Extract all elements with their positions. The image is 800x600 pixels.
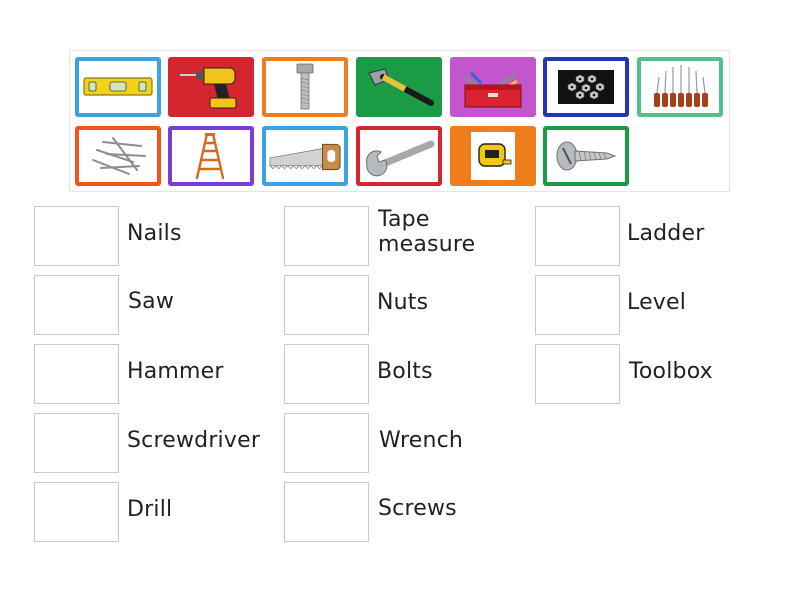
drop-slot-bolts[interactable] bbox=[284, 344, 369, 404]
label-drill: Drill bbox=[127, 497, 173, 522]
nuts-icon bbox=[558, 70, 614, 104]
label-hammer: Hammer bbox=[127, 359, 224, 384]
drill-icon bbox=[180, 67, 237, 109]
tile-ladder[interactable] bbox=[168, 126, 254, 186]
toolbox-icon bbox=[462, 71, 522, 108]
tile-tape-measure[interactable] bbox=[450, 126, 536, 186]
drop-slot-nails[interactable] bbox=[34, 206, 119, 266]
tile-toolbox[interactable] bbox=[450, 57, 536, 117]
nails-icon bbox=[92, 137, 146, 175]
tile-wrench[interactable] bbox=[356, 126, 442, 186]
drop-slot-screwdriver[interactable] bbox=[34, 413, 119, 473]
tile-level[interactable] bbox=[75, 57, 161, 117]
drop-slot-nuts[interactable] bbox=[284, 275, 369, 335]
tile-bolt[interactable] bbox=[262, 57, 348, 117]
drop-slot-saw[interactable] bbox=[34, 275, 119, 335]
drop-slot-ladder[interactable] bbox=[535, 206, 620, 266]
label-wrench: Wrench bbox=[379, 428, 464, 453]
tile-saw[interactable] bbox=[262, 126, 348, 186]
tile-nails[interactable] bbox=[75, 126, 161, 186]
hammer-icon bbox=[368, 68, 434, 106]
label-screwdriver: Screwdriver bbox=[127, 428, 261, 453]
drop-slot-toolbox[interactable] bbox=[535, 344, 620, 404]
label-toolbox: Toolbox bbox=[629, 359, 713, 384]
drop-slot-hammer[interactable] bbox=[34, 344, 119, 404]
saw-icon bbox=[269, 143, 341, 171]
bolt-icon bbox=[296, 63, 314, 110]
tile-drill[interactable] bbox=[168, 57, 254, 117]
label-nuts: Nuts bbox=[377, 290, 429, 315]
label-bolts: Bolts bbox=[377, 359, 433, 384]
ladder-icon bbox=[195, 132, 225, 180]
drop-slot-screws[interactable] bbox=[284, 482, 369, 542]
label-level: Level bbox=[627, 290, 687, 315]
label-saw: Saw bbox=[128, 289, 175, 314]
drop-slot-tape-measure[interactable] bbox=[284, 206, 369, 266]
label-ladder: Ladder bbox=[627, 221, 705, 246]
wrench-icon bbox=[366, 140, 435, 177]
tile-screwdrivers[interactable] bbox=[637, 57, 723, 117]
label-screws: Screws bbox=[378, 496, 457, 521]
drop-slot-drill[interactable] bbox=[34, 482, 119, 542]
screw-icon bbox=[556, 141, 617, 171]
tile-hammer[interactable] bbox=[356, 57, 442, 117]
drop-slot-wrench[interactable] bbox=[284, 413, 369, 473]
label-nails: Nails bbox=[127, 221, 182, 246]
screwdrivers-icon bbox=[654, 65, 708, 107]
tile-screw[interactable] bbox=[543, 126, 629, 186]
level-icon bbox=[83, 77, 153, 96]
drop-slot-level[interactable] bbox=[535, 275, 620, 335]
tape-measure-icon bbox=[471, 132, 515, 180]
label-tape-measure: Tape measure bbox=[378, 207, 476, 257]
tile-nuts[interactable] bbox=[543, 57, 629, 117]
